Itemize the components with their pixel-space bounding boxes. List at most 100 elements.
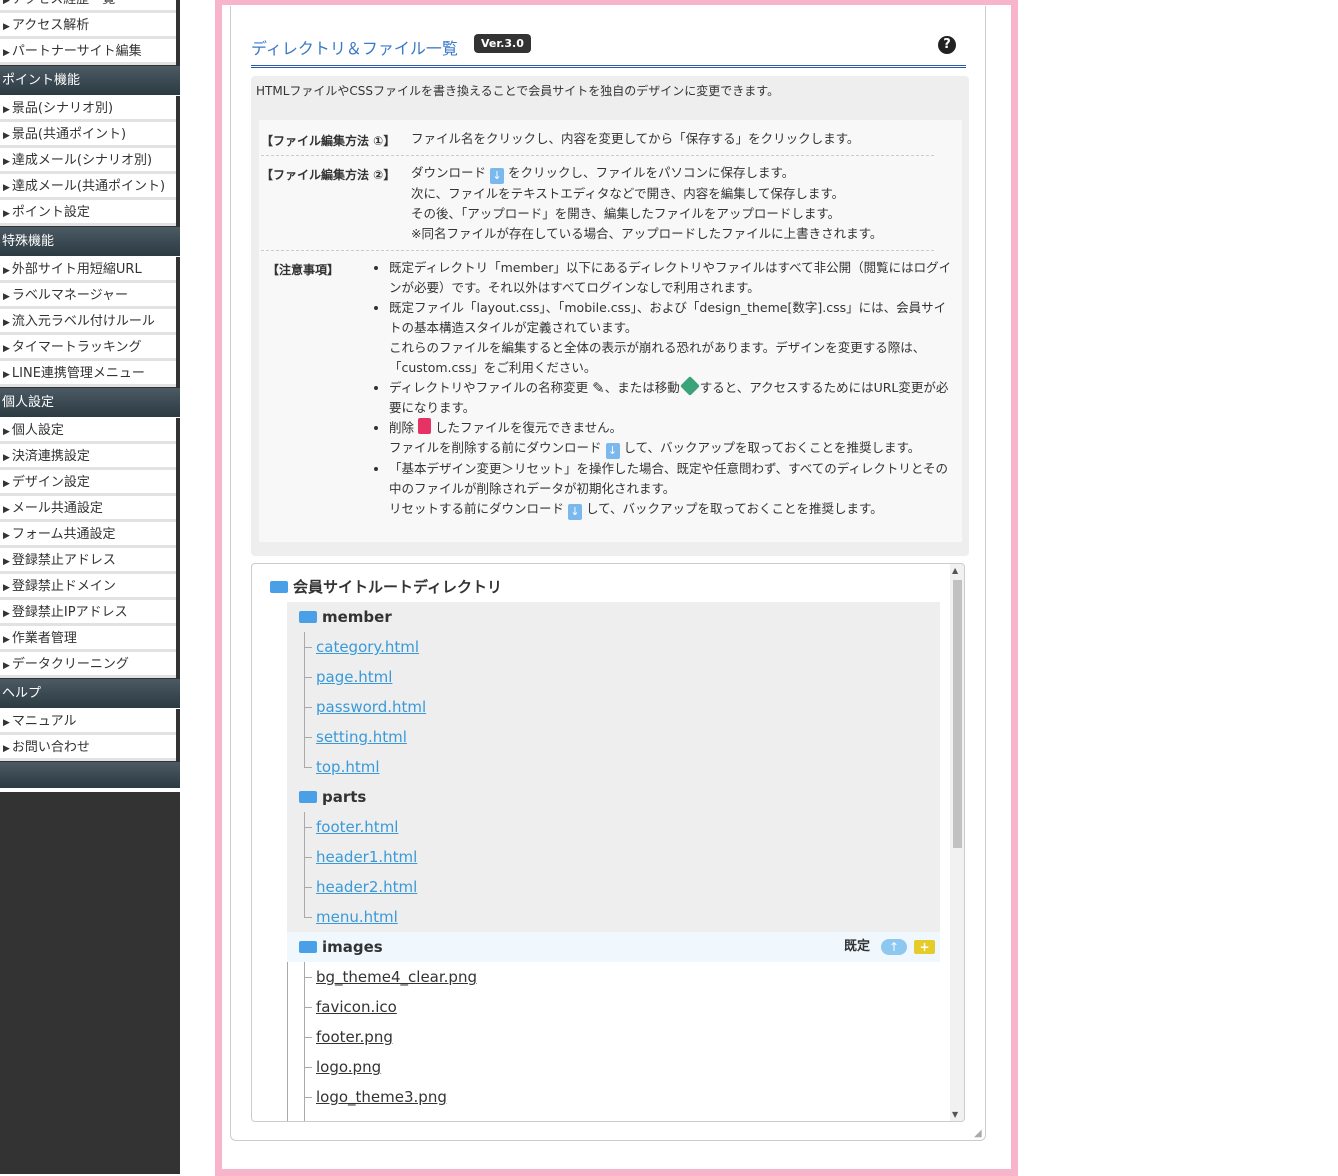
tree-line: [304, 632, 305, 767]
scroll-up-icon[interactable]: ▲: [952, 566, 958, 575]
sidebar-item[interactable]: メール共通設定: [0, 496, 176, 522]
note4c-text: ファイルを削除する前にダウンロード: [389, 440, 602, 455]
file-link[interactable]: menu.html: [316, 902, 398, 932]
file-link[interactable]: page.html: [316, 662, 392, 692]
sidebar-item[interactable]: 登録禁止IPアドレス: [0, 600, 176, 626]
file-link[interactable]: header2.html: [316, 872, 417, 902]
notes-list: 既定ディレクトリ「member」以下にあるディレクトリやファイルはすべて非公開（…: [371, 258, 956, 520]
sidebar-item-access-analysis[interactable]: アクセス解析: [0, 13, 176, 39]
sidebar-item[interactable]: 個人設定: [0, 418, 176, 444]
note-item: 削除 したファイルを復元できません。ファイルを削除する前にダウンロード ↓ して…: [389, 418, 956, 459]
sidebar-item[interactable]: ポイント設定: [0, 200, 176, 226]
sidebar-item-partner-site[interactable]: パートナーサイト編集: [0, 39, 176, 65]
notes-label: 【注意事項】: [267, 263, 340, 277]
folder-parts[interactable]: parts: [299, 782, 366, 812]
file-link[interactable]: header1.html: [316, 842, 417, 872]
folder-images[interactable]: images: [299, 932, 383, 962]
sidebar-item[interactable]: 達成メール(シナリオ別): [0, 148, 176, 174]
tree-line: [304, 647, 312, 648]
note5c-text: して、バックアップを取っておくことを推奨します。: [585, 501, 883, 516]
sidebar-item[interactable]: 作業者管理: [0, 626, 176, 652]
sidebar-heading-special: 特殊機能: [0, 227, 180, 257]
tree-line: [304, 977, 312, 978]
sidebar-item[interactable]: 登録禁止アドレス: [0, 548, 176, 574]
divider: [261, 250, 934, 251]
file-link[interactable]: bg_theme4_clear.png: [316, 962, 477, 992]
folder-open-icon: [299, 791, 317, 803]
note3b-text: 、または移動: [604, 380, 680, 395]
note1-text: 既定ディレクトリ「member」以下にあるディレクトリやファイルはすべて非公開（…: [389, 260, 952, 295]
download-icon: ↓: [568, 504, 582, 520]
file-link[interactable]: footer.png: [316, 1022, 393, 1052]
sidebar-heading-personal: 個人設定: [0, 388, 180, 418]
sidebar-heading-help: ヘルプ: [0, 679, 180, 709]
help-icon[interactable]: ?: [938, 36, 956, 54]
folder-member[interactable]: member: [299, 602, 392, 632]
sidebar-top-list: アクセス経歴一覧 アクセス解析 パートナーサイト編集: [0, 0, 176, 65]
tree-line: [304, 1067, 312, 1068]
note4d-text: して、バックアップを取っておくことを推奨します。: [623, 440, 921, 455]
download-icon: ↓: [605, 443, 620, 459]
folder-name: images: [322, 938, 383, 956]
sidebar-item[interactable]: 決済連携設定: [0, 444, 176, 470]
file-link[interactable]: favicon.ico: [316, 992, 397, 1022]
tree-line: [304, 917, 312, 918]
add-folder-icon[interactable]: +: [914, 940, 935, 954]
upload-icon[interactable]: ↑: [881, 939, 907, 955]
directory-tree[interactable]: 会員サイトルートディレクトリ member category.html page…: [251, 563, 965, 1122]
sidebar-item[interactable]: ラベルマネージャー: [0, 283, 176, 309]
method2-text: ダウンロード ↓ をクリックし、ファイルをパソコンに保存します。 次に、ファイル…: [411, 163, 882, 244]
tree-line: [304, 1037, 312, 1038]
file-link[interactable]: top.html: [316, 752, 380, 782]
file-link[interactable]: setting.html: [316, 722, 407, 752]
tree-root[interactable]: 会員サイトルートディレクトリ: [270, 572, 502, 602]
sidebar-item[interactable]: データクリーニング: [0, 652, 176, 678]
download-icon: ↓: [490, 168, 504, 184]
images-folder-row: [287, 932, 940, 962]
tree-line: [304, 857, 312, 858]
trash-icon: [418, 418, 431, 434]
file-link[interactable]: logo.png: [316, 1052, 381, 1082]
root-label: 会員サイトルートディレクトリ: [293, 578, 502, 596]
folder-open-icon: [299, 611, 317, 623]
sidebar-item[interactable]: フォーム共通設定: [0, 522, 176, 548]
file-link[interactable]: footer.html: [316, 812, 398, 842]
sidebar-item[interactable]: 登録禁止ドメイン: [0, 574, 176, 600]
sidebar-item-contact[interactable]: お問い合わせ: [0, 735, 176, 761]
divider: [261, 155, 934, 156]
sidebar-item-manual[interactable]: マニュアル: [0, 709, 176, 735]
sidebar-item[interactable]: 流入元ラベル付けルール: [0, 309, 176, 335]
note4a-text: 削除: [389, 420, 415, 435]
sidebar-item[interactable]: 達成メール(共通ポイント): [0, 174, 176, 200]
instructions: 【ファイル編集方法 ①】 ファイル名をクリックし、内容を変更してから「保存する」…: [259, 120, 962, 542]
file-link[interactable]: category.html: [316, 632, 419, 662]
sidebar-item[interactable]: 外部サイト用短縮URL: [0, 257, 176, 283]
file-link[interactable]: logo_theme3.png: [316, 1082, 447, 1112]
resize-handle-icon[interactable]: ◢: [974, 1128, 982, 1139]
scroll-thumb[interactable]: [953, 580, 962, 848]
sidebar-item[interactable]: 景品(シナリオ別): [0, 96, 176, 122]
tree-line: [304, 1007, 312, 1008]
scroll-down-icon[interactable]: ▼: [952, 1110, 958, 1119]
tree-scrollbar[interactable]: ▲ ▼: [950, 564, 964, 1121]
note4b-text: したファイルを復元できません。: [434, 420, 623, 435]
sidebar-item[interactable]: タイマートラッキング: [0, 335, 176, 361]
sidebar-item[interactable]: 景品(共通ポイント): [0, 122, 176, 148]
move-icon: [679, 376, 700, 396]
sidebar-item-access-history[interactable]: アクセス経歴一覧: [0, 0, 176, 13]
tree-line: [304, 962, 305, 1121]
sidebar-heading-points: ポイント機能: [0, 66, 180, 96]
folder-open-icon: [270, 581, 288, 593]
note-item: 「基本デザイン変更＞リセット」を操作した場合、既定や任意問わず、すべてのディレク…: [389, 459, 956, 520]
version-badge: Ver.3.0: [474, 34, 531, 53]
method2-line2: 次に、ファイルをテキストエディタなどで開き、内容を編集して保存します。: [411, 186, 845, 201]
note-item: ディレクトリやファイルの名称変更 ✎、または移動すると、アクセスするためにはUR…: [389, 376, 956, 418]
panel-header: ディレクトリ＆ファイル一覧 Ver.3.0 ?: [251, 32, 966, 68]
sidebar-item[interactable]: LINE連携管理メニュー: [0, 361, 176, 387]
sidebar-item-design-settings[interactable]: デザイン設定: [0, 470, 176, 496]
method2-label: 【ファイル編集方法 ②】: [261, 168, 396, 182]
method1-label: 【ファイル編集方法 ①】: [261, 134, 396, 148]
file-link[interactable]: password.html: [316, 692, 426, 722]
info-box: HTMLファイルやCSSファイルを書き換えることで会員サイトを独自のデザインに変…: [251, 76, 969, 556]
method2-line4: ※同名ファイルが存在している場合、アップロードしたファイルに上書きされます。: [411, 226, 883, 241]
